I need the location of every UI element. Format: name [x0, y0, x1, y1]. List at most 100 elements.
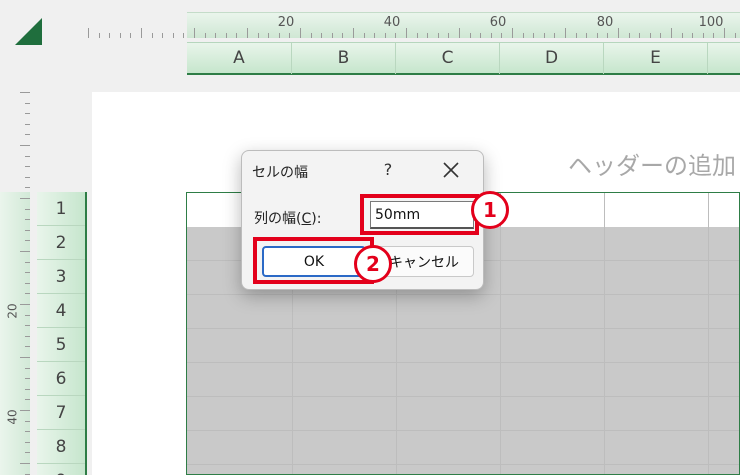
ruler-tick: [25, 230, 30, 231]
column-width-label: 列の幅(C):: [254, 208, 321, 228]
row-header[interactable]: 3: [37, 260, 85, 294]
ruler-tick: [205, 33, 206, 38]
ruler-tick: [25, 283, 30, 284]
step2-badge: 2: [354, 245, 392, 283]
column-header-c[interactable]: C: [396, 43, 500, 74]
ruler-tick: [25, 368, 30, 369]
select-all-triangle-icon[interactable]: [15, 18, 42, 45]
row-header[interactable]: 2: [37, 226, 85, 260]
ruler-tick: [20, 357, 30, 358]
ruler-label: 100: [698, 15, 724, 30]
row-header[interactable]: 9: [37, 464, 85, 475]
ruler-tick: [120, 33, 121, 38]
ruler-tick: [374, 33, 375, 38]
column-headers: A B C D E: [187, 42, 740, 75]
ruler-tick: [162, 33, 163, 38]
ruler-tick: [629, 33, 630, 38]
ruler-tick: [607, 33, 608, 38]
ruler-tick: [25, 113, 30, 114]
ruler-tick: [25, 442, 30, 443]
ruler-tick: [597, 33, 598, 38]
ruler-label: 40: [383, 15, 401, 30]
annotation-frame-step1: [360, 194, 479, 235]
ruler-tick: [639, 33, 640, 38]
ruler-tick: [289, 33, 290, 38]
ruler-tick: [25, 389, 30, 390]
grid-line: [187, 430, 739, 431]
ruler-tick: [25, 209, 30, 210]
ruler-label: 20: [277, 15, 295, 30]
header-add-text[interactable]: ヘッダーの追加: [568, 146, 736, 181]
ruler-tick: [491, 33, 492, 38]
ruler-tick: [724, 28, 725, 38]
column-header-a[interactable]: A: [187, 43, 292, 74]
grid-line: [187, 328, 739, 329]
close-icon: [443, 162, 459, 178]
ruler-tick: [183, 33, 184, 38]
ruler-tick: [321, 33, 322, 38]
ruler-tick: [512, 28, 513, 38]
close-button[interactable]: [438, 157, 464, 183]
ruler-tick: [671, 28, 672, 38]
ruler-tick: [152, 33, 153, 38]
ruler-tick: [480, 33, 481, 38]
row-header[interactable]: 5: [37, 328, 85, 362]
ruler-tick: [300, 28, 301, 38]
ruler-tick: [25, 452, 30, 453]
row-header[interactable]: 7: [37, 396, 85, 430]
ruler-tick: [20, 304, 30, 305]
row-header[interactable]: 8: [37, 430, 85, 464]
label-suffix: ):: [311, 211, 322, 227]
ruler-tick: [735, 33, 736, 38]
ruler-tick: [650, 33, 651, 38]
ruler-label: 60: [489, 15, 507, 30]
row-header[interactable]: 1: [37, 192, 85, 226]
ruler-label: 20: [5, 303, 20, 319]
ruler-tick: [544, 33, 545, 38]
row-header[interactable]: 4: [37, 294, 85, 328]
column-header-d[interactable]: D: [500, 43, 604, 74]
ruler-tick: [25, 272, 30, 273]
ruler-tick: [385, 33, 386, 38]
ruler-tick: [215, 33, 216, 38]
grid-line: [187, 464, 739, 465]
ruler-tick: [25, 421, 30, 422]
help-button[interactable]: ?: [375, 157, 401, 183]
row-header[interactable]: 6: [37, 362, 85, 396]
ruler-tick: [311, 33, 312, 38]
ruler-tick: [247, 28, 248, 38]
ruler-tick: [353, 28, 354, 38]
ruler-tick: [25, 156, 30, 157]
ruler-tick: [523, 33, 524, 38]
column-header-e[interactable]: E: [604, 43, 708, 74]
ruler-tick: [25, 124, 30, 125]
ruler-tick: [20, 198, 30, 199]
ruler-tick: [554, 33, 555, 38]
ruler-highlight: [0, 192, 30, 475]
ruler-tick: [565, 28, 566, 38]
ruler-tick: [258, 33, 259, 38]
ruler-tick: [194, 28, 195, 38]
ruler-tick: [25, 293, 30, 294]
ruler-tick: [25, 346, 30, 347]
ruler-tick: [417, 33, 418, 38]
ruler-tick: [20, 145, 30, 146]
ruler-tick: [586, 33, 587, 38]
ruler-tick: [88, 28, 89, 38]
ruler-tick: [342, 33, 343, 38]
grid-line: [500, 193, 501, 474]
ruler-tick: [109, 33, 110, 38]
ruler-tick: [130, 33, 131, 38]
grid-line: [708, 193, 709, 474]
ruler-tick: [713, 33, 714, 38]
ruler-label: 40: [5, 409, 20, 425]
ruler-tick: [618, 28, 619, 38]
ruler-tick: [364, 33, 365, 38]
ruler-tick: [395, 33, 396, 38]
ruler-tick: [25, 166, 30, 167]
dialog-title: セルの幅: [252, 165, 308, 181]
ruler-tick: [682, 33, 683, 38]
ruler-tick: [25, 240, 30, 241]
ruler-tick: [501, 33, 502, 38]
column-header-b[interactable]: B: [292, 43, 396, 74]
